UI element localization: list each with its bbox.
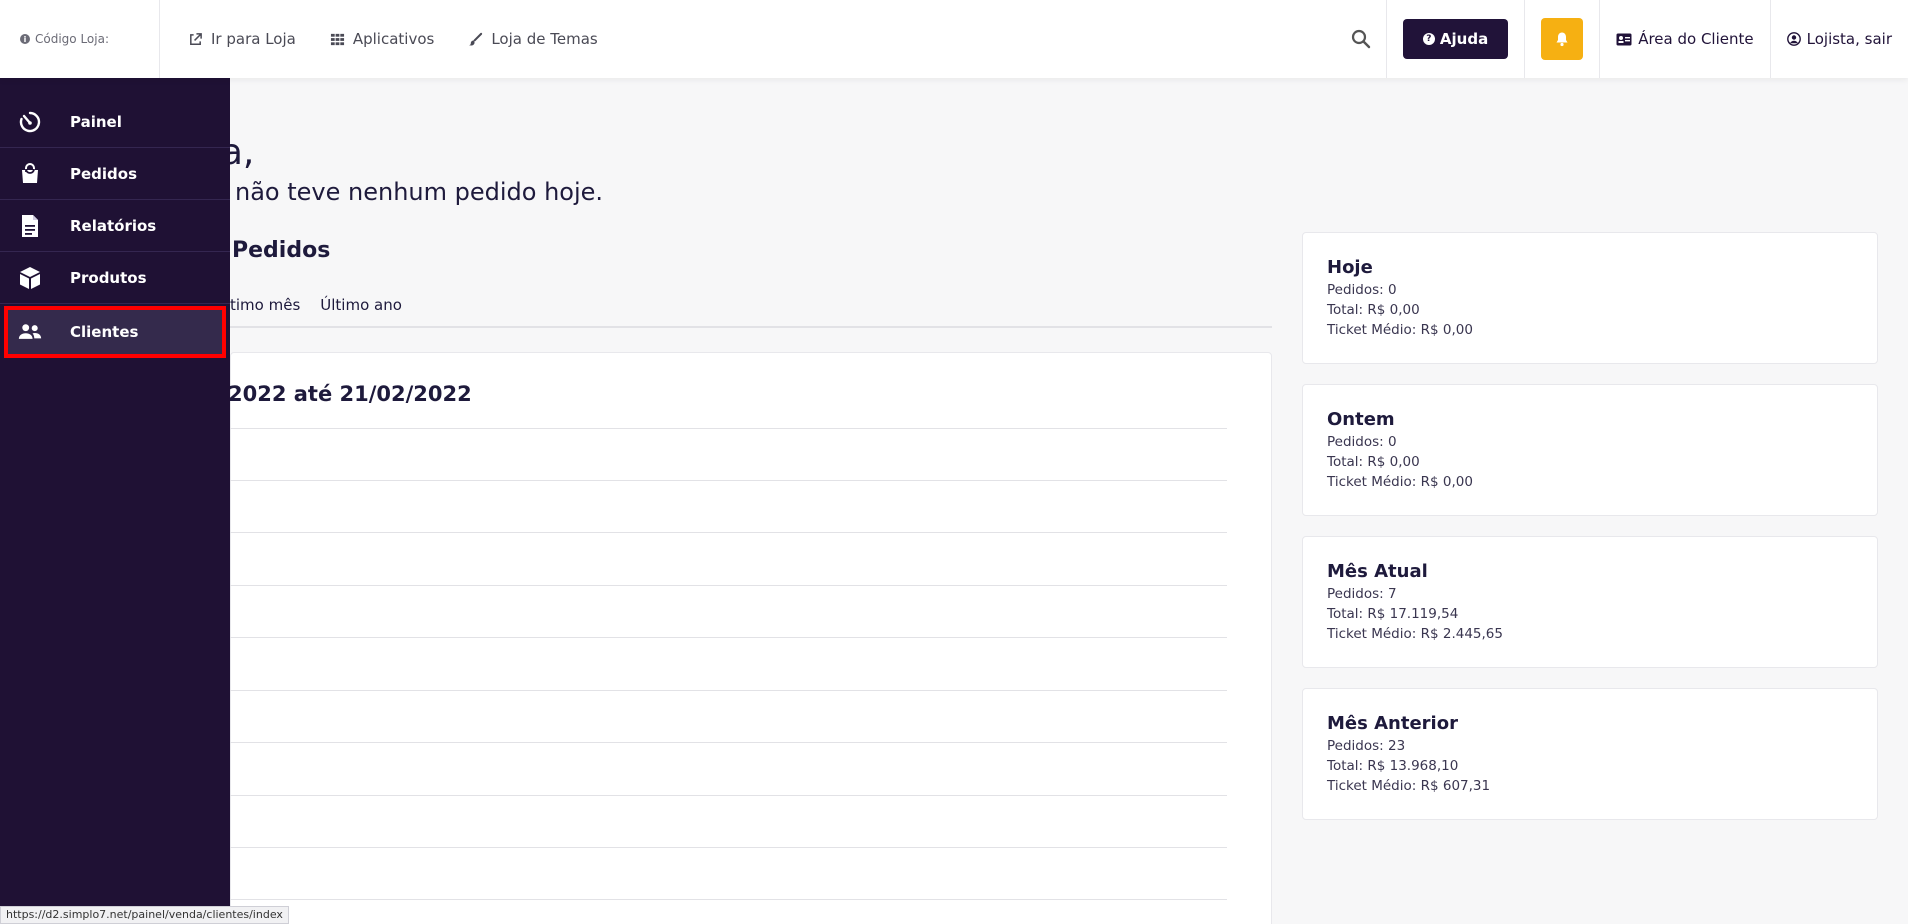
tab-last-month[interactable]: timo mês	[230, 296, 300, 314]
user-circle-icon	[1786, 32, 1801, 46]
theme-store-label: Loja de Temas	[491, 30, 598, 48]
box-icon	[18, 266, 42, 290]
sidebar-item-label: Painel	[70, 112, 122, 131]
theme-store-link[interactable]: Loja de Temas	[468, 30, 598, 48]
tabs-divider	[230, 326, 1272, 328]
dashboard-icon	[18, 110, 42, 134]
chart-grid-line	[230, 637, 1227, 638]
orders-section-title: Pedidos	[232, 238, 331, 263]
chart-grid-line	[230, 532, 1227, 533]
store-code: i Código Loja:	[0, 0, 160, 78]
info-icon: i	[20, 34, 30, 44]
sidebar-item-produtos[interactable]: Produtos	[0, 252, 230, 304]
apps-link[interactable]: Aplicativos	[330, 30, 434, 48]
tab-last-year[interactable]: Último ano	[320, 296, 402, 314]
chart-grid-line	[230, 742, 1227, 743]
chart-grid-line	[230, 899, 1227, 900]
id-card-icon	[1616, 33, 1632, 45]
stat-orders: Pedidos: 0	[1327, 434, 1397, 450]
sidebar-item-painel[interactable]: Painel	[0, 96, 230, 148]
status-bar-url: https://d2.simplo7.net/painel/venda/clie…	[0, 906, 289, 924]
notifications-button[interactable]	[1541, 18, 1584, 60]
stat-card-ontem: Ontem Pedidos: 0 Total: R$ 0,00 Ticket M…	[1302, 384, 1878, 516]
stat-card-mes-atual: Mês Atual Pedidos: 7 Total: R$ 17.119,54…	[1302, 536, 1878, 668]
stat-orders: Pedidos: 0	[1327, 282, 1397, 298]
sidebar-item-relatorios[interactable]: Relatórios	[0, 200, 230, 252]
sidebar-item-label: Clientes	[70, 323, 139, 341]
stat-total: Total: R$ 13.968,10	[1327, 758, 1459, 774]
bell-icon	[1556, 32, 1568, 47]
stat-title: Hoje	[1327, 257, 1373, 278]
stats-column: Hoje Pedidos: 0 Total: R$ 0,00 Ticket Mé…	[1302, 232, 1878, 840]
brush-icon	[469, 32, 483, 45]
help-cell: ? Ajuda	[1387, 0, 1526, 78]
go-to-store-label: Ir para Loja	[211, 30, 296, 48]
help-button[interactable]: ? Ajuda	[1402, 19, 1509, 59]
stat-title: Mês Anterior	[1327, 713, 1458, 734]
stat-total: Total: R$ 17.119,54	[1327, 606, 1459, 622]
stat-orders: Pedidos: 7	[1327, 586, 1397, 602]
stat-ticket: Ticket Médio: R$ 0,00	[1327, 474, 1473, 490]
sidebar-menu: Painel Pedidos Relatórios Produtos Clien…	[0, 78, 230, 358]
chart-grid-line	[230, 428, 1227, 429]
search-button[interactable]	[1337, 0, 1387, 78]
help-label: Ajuda	[1439, 30, 1489, 48]
question-icon: ?	[1422, 33, 1435, 45]
top-right-group: ? Ajuda Área do Cliente Lojista, sair	[1337, 0, 1908, 78]
stat-total: Total: R$ 0,00	[1327, 454, 1420, 470]
client-area-cell: Área do Cliente	[1600, 0, 1771, 78]
date-range-title: 2022 até 21/02/2022	[228, 382, 472, 406]
user-label: Lojista, sair	[1806, 30, 1892, 48]
users-icon	[18, 320, 42, 344]
chart-grid-line	[230, 585, 1227, 586]
logout-link[interactable]: Lojista, sair	[1786, 30, 1892, 48]
chart-grid-line	[230, 847, 1227, 848]
top-bar: i Código Loja: Ir para Loja Aplicativos …	[0, 0, 1908, 78]
store-code-label: Código Loja:	[35, 32, 109, 46]
period-tabs: timo mês Último ano	[230, 296, 402, 314]
chart-grid-line	[230, 480, 1227, 481]
shopping-bag-icon	[18, 162, 42, 186]
bell-cell	[1525, 0, 1601, 78]
stat-ticket: Ticket Médio: R$ 0,00	[1327, 322, 1473, 338]
sidebar-item-label: Pedidos	[70, 164, 138, 183]
client-area-label: Área do Cliente	[1638, 30, 1754, 48]
stat-title: Ontem	[1327, 409, 1395, 430]
stat-card-hoje: Hoje Pedidos: 0 Total: R$ 0,00 Ticket Mé…	[1302, 232, 1878, 364]
stat-total: Total: R$ 0,00	[1327, 302, 1420, 318]
go-to-store-link[interactable]: Ir para Loja	[188, 30, 296, 48]
apps-label: Aplicativos	[352, 30, 435, 48]
sidebar-item-pedidos[interactable]: Pedidos	[0, 148, 230, 200]
orders-chart-card	[230, 352, 1272, 924]
sidebar: Painel Pedidos Relatórios Produtos Clien…	[0, 78, 230, 924]
top-nav: Ir para Loja Aplicativos Loja de Temas	[160, 30, 598, 48]
sidebar-item-clientes[interactable]: Clientes	[4, 306, 226, 358]
stat-card-mes-anterior: Mês Anterior Pedidos: 23 Total: R$ 13.96…	[1302, 688, 1878, 820]
sidebar-item-label: Produtos	[70, 268, 147, 287]
stat-ticket: Ticket Médio: R$ 607,31	[1327, 778, 1491, 794]
greeting-subtitle: não teve nenhum pedido hoje.	[235, 178, 604, 206]
chart-grid-line	[230, 795, 1227, 796]
grid-icon	[330, 33, 344, 45]
chart-grid-line	[230, 690, 1227, 691]
sidebar-item-label: Relatórios	[70, 216, 157, 235]
user-cell: Lojista, sair	[1771, 0, 1908, 78]
search-icon	[1352, 29, 1371, 49]
stat-title: Mês Atual	[1327, 561, 1428, 582]
client-area-link[interactable]: Área do Cliente	[1616, 30, 1754, 48]
stat-orders: Pedidos: 23	[1327, 738, 1406, 754]
external-link-icon	[190, 32, 202, 45]
stat-ticket: Ticket Médio: R$ 2.445,65	[1327, 626, 1503, 642]
document-icon	[18, 214, 42, 238]
